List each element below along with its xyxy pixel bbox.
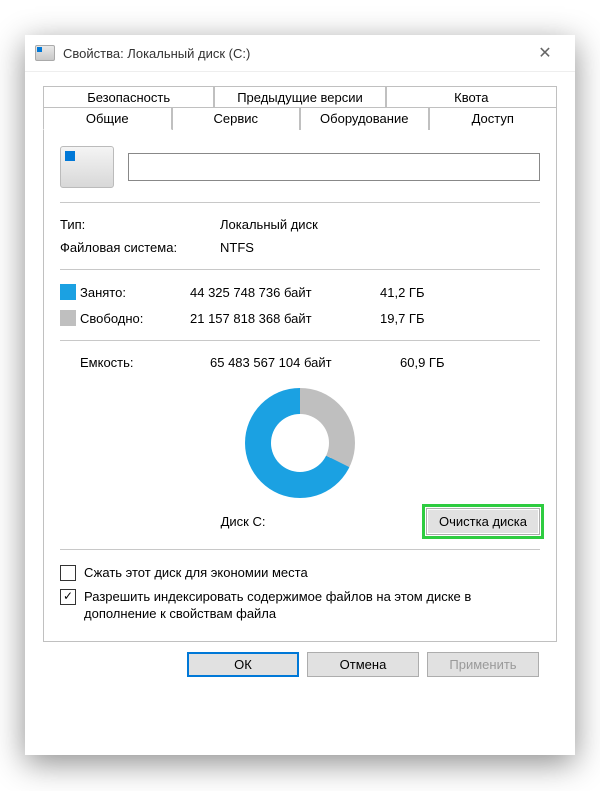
tab-previous-versions[interactable]: Предыдущие версии: [214, 86, 385, 108]
used-bytes: 44 325 748 736 байт: [190, 285, 380, 300]
window-title: Свойства: Локальный диск (C:): [63, 46, 525, 61]
free-bytes: 21 157 818 368 байт: [190, 311, 380, 326]
free-gb: 19,7 ГБ: [380, 311, 460, 326]
drive-icon: [35, 45, 55, 61]
titlebar: Свойства: Локальный диск (C:) ✕: [25, 35, 575, 72]
ok-button[interactable]: ОК: [187, 652, 299, 677]
apply-button[interactable]: Применить: [427, 652, 539, 677]
drive-large-icon: [60, 146, 114, 188]
tab-strip: Безопасность Предыдущие версии Квота Общ…: [43, 86, 557, 642]
capacity-gb: 60,9 ГБ: [400, 355, 480, 370]
volume-name-input[interactable]: [128, 153, 540, 181]
fs-value: NTFS: [220, 240, 540, 255]
type-value: Локальный диск: [220, 217, 540, 232]
dialog-window: Свойства: Локальный диск (C:) ✕ Безопасн…: [25, 35, 575, 755]
tab-tools[interactable]: Сервис: [172, 107, 301, 130]
fs-label: Файловая система:: [60, 240, 220, 255]
used-gb: 41,2 ГБ: [380, 285, 460, 300]
index-label: Разрешить индексировать содержимое файло…: [84, 588, 540, 623]
tab-sharing[interactable]: Доступ: [429, 107, 558, 130]
disk-label: Диск C:: [60, 514, 426, 529]
cancel-button[interactable]: Отмена: [307, 652, 419, 677]
index-checkbox[interactable]: ✓: [60, 589, 76, 605]
tab-hardware[interactable]: Оборудование: [300, 107, 429, 130]
tab-security[interactable]: Безопасность: [43, 86, 214, 108]
tab-panel-general: Тип: Локальный диск Файловая система: NT…: [43, 129, 557, 642]
tab-general[interactable]: Общие: [43, 107, 172, 130]
free-swatch: [60, 310, 76, 326]
close-icon[interactable]: ✕: [525, 43, 565, 63]
capacity-bytes: 65 483 567 104 байт: [210, 355, 400, 370]
used-label: Занято:: [80, 285, 190, 300]
capacity-label: Емкость:: [80, 355, 210, 370]
used-swatch: [60, 284, 76, 300]
type-label: Тип:: [60, 217, 220, 232]
compress-label: Сжать этот диск для экономии места: [84, 564, 308, 582]
usage-pie-chart: [245, 388, 355, 498]
compress-checkbox[interactable]: [60, 565, 76, 581]
disk-cleanup-button[interactable]: Очистка диска: [426, 508, 540, 535]
free-label: Свободно:: [80, 311, 190, 326]
tab-quota[interactable]: Квота: [386, 86, 557, 108]
